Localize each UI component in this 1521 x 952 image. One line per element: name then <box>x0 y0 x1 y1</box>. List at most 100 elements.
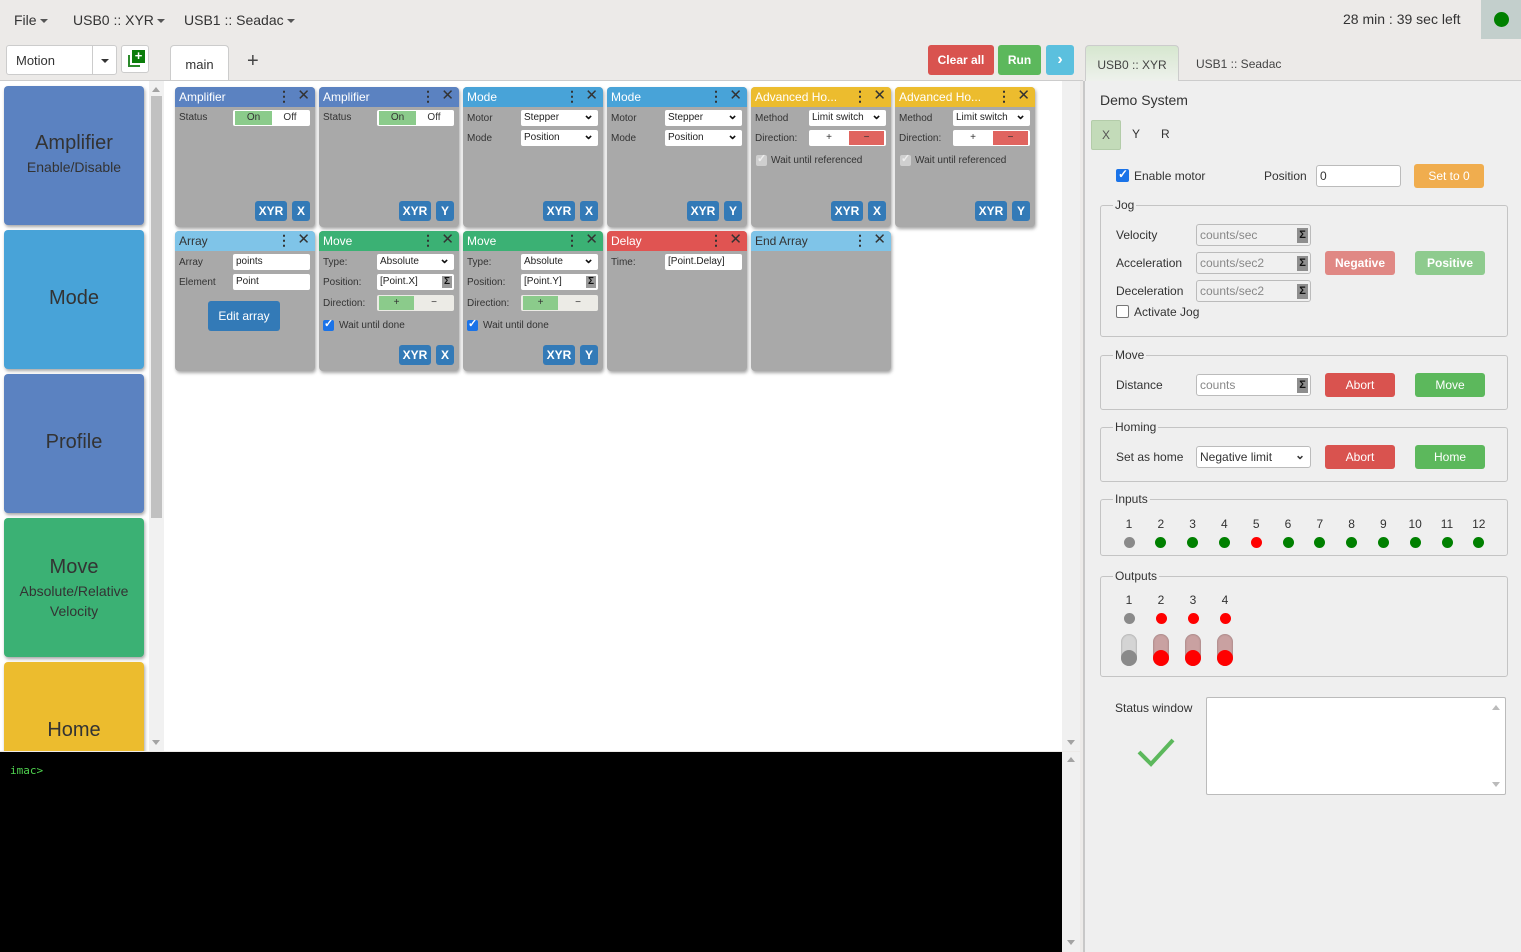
more-vertical-icon[interactable]: ⋮ <box>421 233 435 247</box>
block-header[interactable]: Move ⋮ ✕ <box>463 231 603 251</box>
scroll-up-icon[interactable] <box>152 87 160 92</box>
device-menu-usb1[interactable]: USB1 :: Seadac <box>184 12 295 28</box>
block-mode[interactable]: Mode ⋮ ✕ Motor Stepper Mode Position XYR X <box>463 87 603 227</box>
close-icon[interactable]: ✕ <box>1017 88 1030 104</box>
direction-plus[interactable]: + <box>379 296 414 310</box>
more-vertical-icon[interactable]: ⋮ <box>277 233 291 247</box>
status-window[interactable] <box>1206 697 1506 795</box>
add-tab-button[interactable]: + <box>247 50 259 73</box>
group-badge[interactable]: XYR <box>255 201 287 221</box>
palette-item-home[interactable]: Home <box>4 662 144 751</box>
status-toggle[interactable]: On Off <box>233 110 310 126</box>
palette-scroll-thumb[interactable] <box>151 96 162 518</box>
type-select[interactable]: Absolute <box>521 254 598 270</box>
type-select[interactable]: Absolute <box>377 254 454 270</box>
scroll-down-icon[interactable] <box>1067 940 1075 945</box>
home-abort-button[interactable]: Abort <box>1325 445 1395 469</box>
direction-toggle[interactable]: + − <box>521 295 598 311</box>
more-vertical-icon[interactable]: ⋮ <box>565 89 579 103</box>
toggle-on[interactable]: On <box>379 111 416 125</box>
deceleration-input[interactable]: counts/sec2 Σ <box>1196 280 1311 302</box>
block-advanced-home[interactable]: Advanced Ho... ⋮ ✕ Method Limit switch Dir… <box>895 87 1035 227</box>
file-menu[interactable]: File <box>14 12 48 28</box>
block-delay[interactable]: Delay ⋮ ✕ Time: [Point.Delay] <box>607 231 747 371</box>
close-icon[interactable]: ✕ <box>729 232 742 248</box>
scroll-down-icon[interactable] <box>1067 740 1075 745</box>
wait-checkbox[interactable] <box>467 317 478 331</box>
axis-tab-x[interactable]: X <box>1091 120 1121 150</box>
direction-toggle[interactable]: + − <box>953 130 1030 146</box>
sigma-icon[interactable]: Σ <box>1297 378 1308 393</box>
close-icon[interactable]: ✕ <box>873 88 886 104</box>
close-icon[interactable]: ✕ <box>585 88 598 104</box>
close-icon[interactable]: ✕ <box>297 88 310 104</box>
tab-usb0-xyr[interactable]: USB0 :: XYR <box>1085 45 1179 81</box>
axis-badge[interactable]: Y <box>436 201 454 221</box>
sigma-icon[interactable]: Σ <box>1297 228 1308 243</box>
axis-tab-y[interactable]: Y <box>1132 127 1140 141</box>
block-header[interactable]: Amplifier ⋮ ✕ <box>175 87 315 107</box>
more-vertical-icon[interactable]: ⋮ <box>565 233 579 247</box>
output-toggle[interactable] <box>1121 634 1137 666</box>
group-badge[interactable]: XYR <box>399 345 431 365</box>
axis-tab-r[interactable]: R <box>1161 127 1170 141</box>
direction-toggle[interactable]: + − <box>809 130 886 146</box>
scroll-up-icon[interactable] <box>1067 757 1075 762</box>
sigma-icon[interactable]: Σ <box>1297 256 1308 271</box>
axis-badge[interactable]: Y <box>724 201 742 221</box>
mode-select[interactable]: Position <box>521 130 598 146</box>
block-header[interactable]: End Array ⋮ ✕ <box>751 231 891 251</box>
set-home-select[interactable]: Negative limit ⌄ <box>1196 446 1311 468</box>
tab-usb1-seadac[interactable]: USB1 :: Seadac <box>1196 57 1281 71</box>
axis-badge[interactable]: X <box>292 201 310 221</box>
jog-negative-button[interactable]: Negative <box>1325 251 1395 275</box>
direction-plus[interactable]: + <box>955 131 991 145</box>
axis-badge[interactable]: X <box>580 201 598 221</box>
block-array[interactable]: Array ⋮ ✕ Array points Element Point Edit … <box>175 231 315 371</box>
array-input[interactable]: points <box>233 254 310 270</box>
output-toggle[interactable] <box>1217 634 1233 666</box>
workspace-scrollbar[interactable] <box>1062 81 1080 751</box>
close-icon[interactable]: ✕ <box>441 88 454 104</box>
palette-item-profile[interactable]: Profile <box>4 374 144 513</box>
wait-checkbox[interactable] <box>900 152 911 166</box>
more-vertical-icon[interactable]: ⋮ <box>709 89 723 103</box>
scroll-down-icon[interactable] <box>1492 782 1500 787</box>
move-button[interactable]: Move <box>1415 373 1485 397</box>
wait-checkbox[interactable] <box>756 152 767 166</box>
group-badge[interactable]: XYR <box>543 201 575 221</box>
more-vertical-icon[interactable]: ⋮ <box>853 89 867 103</box>
dropdown-toggle[interactable] <box>92 46 117 74</box>
block-header[interactable]: Mode ⋮ ✕ <box>607 87 747 107</box>
direction-plus[interactable]: + <box>811 131 847 145</box>
element-input[interactable]: Point <box>233 274 310 290</box>
block-header[interactable]: Mode ⋮ ✕ <box>463 87 603 107</box>
block-mode[interactable]: Mode ⋮ ✕ Motor Stepper Mode Position XYR Y <box>607 87 747 227</box>
block-header[interactable]: Delay ⋮ ✕ <box>607 231 747 251</box>
enable-motor-checkbox[interactable] <box>1116 167 1129 182</box>
palette-item-move[interactable]: Move Absolute/Relative Velocity <box>4 518 144 657</box>
more-vertical-icon[interactable]: ⋮ <box>997 89 1011 103</box>
direction-toggle[interactable]: + − <box>377 295 454 311</box>
method-select[interactable]: Limit switch <box>953 110 1030 126</box>
velocity-input[interactable]: counts/sec Σ <box>1196 224 1311 246</box>
position-input[interactable]: 0 <box>1316 165 1401 187</box>
more-vertical-icon[interactable]: ⋮ <box>853 233 867 247</box>
close-icon[interactable]: ✕ <box>585 232 598 248</box>
more-vertical-icon[interactable]: ⋮ <box>709 233 723 247</box>
time-input[interactable]: [Point.Delay] <box>665 254 742 270</box>
block-amplifier[interactable]: Amplifier ⋮ ✕ Status On Off XYR X <box>175 87 315 227</box>
axis-badge[interactable]: X <box>868 201 886 221</box>
acceleration-input[interactable]: counts/sec2 Σ <box>1196 252 1311 274</box>
terminal-scrollbar[interactable] <box>1062 752 1080 952</box>
motor-select[interactable]: Stepper <box>665 110 742 126</box>
group-badge[interactable]: XYR <box>831 201 863 221</box>
set-to-zero-button[interactable]: Set to 0 <box>1414 164 1484 188</box>
edit-array-button[interactable]: Edit array <box>208 301 280 331</box>
block-header[interactable]: Array ⋮ ✕ <box>175 231 315 251</box>
mode-select[interactable]: Position <box>665 130 742 146</box>
block-amplifier[interactable]: Amplifier ⋮ ✕ Status On Off XYR Y <box>319 87 459 227</box>
sigma-icon[interactable]: Σ <box>1297 284 1308 299</box>
wait-checkbox[interactable] <box>323 317 334 331</box>
block-move[interactable]: Move⋮✕ Type: Absolute Position: [Point.Y… <box>463 231 603 371</box>
